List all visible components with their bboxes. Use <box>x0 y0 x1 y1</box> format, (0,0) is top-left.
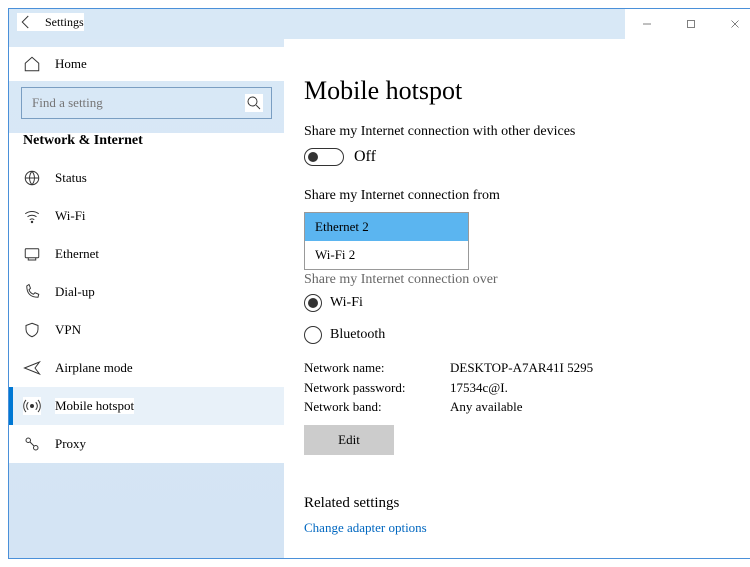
back-icon[interactable] <box>17 13 35 31</box>
nav-label: Status <box>55 170 87 186</box>
dropdown-option[interactable]: Wi-Fi 2 <box>305 241 468 269</box>
ethernet-icon <box>23 245 41 263</box>
sidebar-item-airplane[interactable]: Airplane mode <box>9 349 284 387</box>
search-input[interactable] <box>21 87 272 119</box>
net-band-key: Network band: <box>304 397 444 417</box>
radio-icon <box>304 294 322 312</box>
radio-label: Wi-Fi <box>330 295 363 311</box>
radio-wifi[interactable]: Wi-Fi <box>304 294 750 312</box>
vpn-icon <box>23 321 41 339</box>
nav-label: Wi-Fi <box>55 208 86 224</box>
sidebar: Home Network & Internet Status Wi-Fi Eth… <box>9 39 284 558</box>
toggle-state: Off <box>354 148 376 166</box>
sidebar-item-hotspot[interactable]: Mobile hotspot <box>9 387 284 425</box>
net-name-key: Network name: <box>304 358 444 378</box>
home-icon <box>23 55 41 73</box>
sidebar-item-status[interactable]: Status <box>9 159 284 197</box>
home-label: Home <box>55 56 87 72</box>
radio-bluetooth[interactable]: Bluetooth <box>304 326 750 344</box>
maximize-button[interactable] <box>669 9 713 39</box>
dropdown-option[interactable]: Ethernet 2 <box>305 213 468 241</box>
net-pass-key: Network password: <box>304 378 444 398</box>
edit-button[interactable]: Edit <box>304 425 394 455</box>
titlebar: Settings <box>9 9 750 39</box>
radio-label: Bluetooth <box>330 327 385 343</box>
sidebar-item-ethernet[interactable]: Ethernet <box>9 235 284 273</box>
share-toggle-label: Share my Internet connection with other … <box>304 124 750 140</box>
net-band-val: Any available <box>450 397 523 417</box>
sidebar-item-dialup[interactable]: Dial-up <box>9 273 284 311</box>
share-from-label: Share my Internet connection from <box>304 188 750 204</box>
nav-label: Mobile hotspot <box>55 398 134 414</box>
sidebar-item-vpn[interactable]: VPN <box>9 311 284 349</box>
search-field[interactable] <box>30 94 245 112</box>
search-icon <box>245 94 263 112</box>
nav-label: Dial-up <box>55 284 95 300</box>
section-title: Network & Internet <box>9 133 284 159</box>
nav-label: VPN <box>55 322 81 338</box>
network-info: Network name: DESKTOP-A7AR41I 5295 Networ… <box>304 358 750 417</box>
airplane-icon <box>23 359 41 377</box>
sidebar-item-wifi[interactable]: Wi-Fi <box>9 197 284 235</box>
proxy-icon <box>23 435 41 453</box>
share-over-label: Share my Internet connection over <box>304 272 750 288</box>
window-title: Settings <box>45 15 84 30</box>
nav-label: Airplane mode <box>55 360 133 376</box>
sidebar-item-proxy[interactable]: Proxy <box>9 425 284 463</box>
content-pane: Mobile hotspot Share my Internet connect… <box>284 39 750 558</box>
sidebar-home[interactable]: Home <box>9 47 284 81</box>
share-toggle[interactable] <box>304 148 344 166</box>
hotspot-icon <box>23 397 41 415</box>
close-button[interactable] <box>713 9 750 39</box>
net-name-val: DESKTOP-A7AR41I 5295 <box>450 358 593 378</box>
net-pass-val: 17534c@I. <box>450 378 508 398</box>
change-adapter-link[interactable]: Change adapter options <box>304 520 750 536</box>
share-from-dropdown[interactable]: Ethernet 2 Wi-Fi 2 <box>304 212 469 270</box>
radio-icon <box>304 326 322 344</box>
nav-label: Proxy <box>55 436 86 452</box>
nav-label: Ethernet <box>55 246 99 262</box>
related-heading: Related settings <box>304 495 750 512</box>
minimize-button[interactable] <box>625 9 669 39</box>
phone-icon <box>23 283 41 301</box>
page-title: Mobile hotspot <box>304 76 750 106</box>
status-icon <box>23 169 41 187</box>
wifi-icon <box>23 207 41 225</box>
